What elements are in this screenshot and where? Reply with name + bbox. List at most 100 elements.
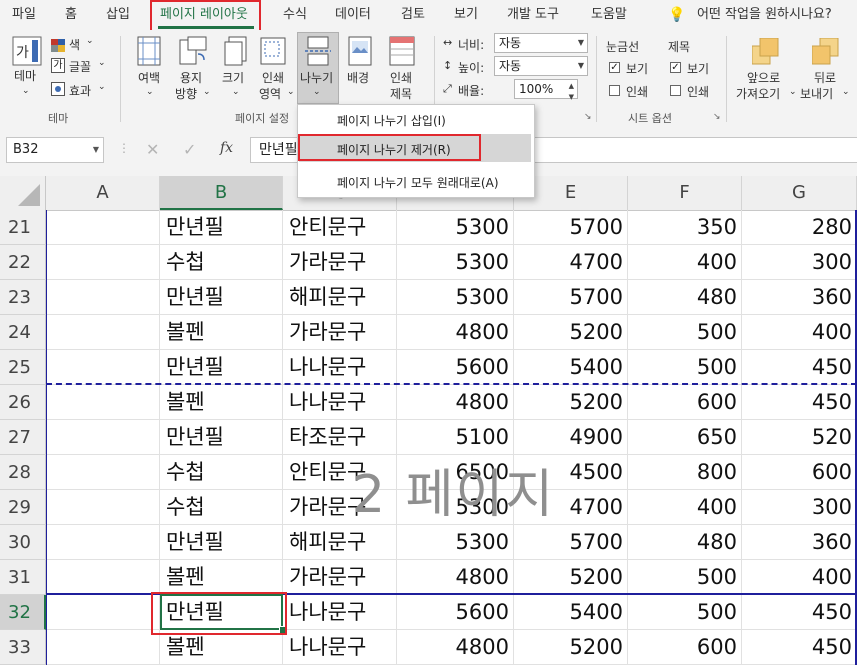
send-backward-label-line2[interactable]: 보내기: [800, 86, 833, 102]
margins-chevron-icon[interactable]: ⌄: [146, 84, 154, 100]
enter-icon[interactable]: ✓: [183, 140, 196, 159]
headings-view-checkbox[interactable]: ✓: [670, 62, 681, 73]
row-header[interactable]: 23: [0, 280, 46, 315]
cell-f24[interactable]: 500: [628, 315, 742, 350]
cell-g27[interactable]: 520: [742, 420, 857, 455]
cell-g30[interactable]: 360: [742, 525, 857, 560]
print-titles-label-line1[interactable]: 인쇄: [390, 70, 412, 86]
cell-f26[interactable]: 600: [628, 385, 742, 420]
cell-d30[interactable]: 5300: [397, 525, 514, 560]
width-dropdown-icon[interactable]: ▼: [578, 34, 584, 52]
orientation-chevron-icon[interactable]: ⌄: [203, 84, 211, 100]
size-icon[interactable]: [224, 36, 248, 66]
cell-e24[interactable]: 5200: [514, 315, 628, 350]
bring-forward-chevron-icon[interactable]: ⌄: [789, 84, 797, 100]
cell-a27[interactable]: [46, 420, 160, 455]
cell-a25[interactable]: [46, 350, 160, 385]
cell-c23[interactable]: 해피문구: [283, 280, 397, 315]
cell-f30[interactable]: 480: [628, 525, 742, 560]
menu-reset-all-page-breaks[interactable]: 페이지 나누기 모두 원래대로(A): [337, 174, 499, 191]
cell-c25[interactable]: 나나문구: [283, 350, 397, 385]
send-backward-chevron-icon[interactable]: ⌄: [842, 84, 850, 100]
cell-g29[interactable]: 300: [742, 490, 857, 525]
cell-e26[interactable]: 5200: [514, 385, 628, 420]
cell-g22[interactable]: 300: [742, 245, 857, 280]
cell-c21[interactable]: 안티문구: [283, 210, 397, 245]
cell-g28[interactable]: 600: [742, 455, 857, 490]
cell-e31[interactable]: 5200: [514, 560, 628, 595]
print-titles-icon[interactable]: [388, 36, 416, 66]
cell-d23[interactable]: 5300: [397, 280, 514, 315]
cell-a29[interactable]: [46, 490, 160, 525]
cell-a33[interactable]: [46, 630, 160, 665]
orientation-icon[interactable]: [178, 36, 208, 66]
cell-c22[interactable]: 가라문구: [283, 245, 397, 280]
cell-f28[interactable]: 800: [628, 455, 742, 490]
cell-f33[interactable]: 600: [628, 630, 742, 665]
cell-g33[interactable]: 450: [742, 630, 857, 665]
cancel-icon[interactable]: ✕: [146, 140, 159, 159]
cell-f27[interactable]: 650: [628, 420, 742, 455]
row-header[interactable]: 28: [0, 455, 46, 490]
cell-f31[interactable]: 500: [628, 560, 742, 595]
orientation-label-line1[interactable]: 용지: [180, 70, 202, 86]
column-header-f[interactable]: F: [628, 176, 742, 210]
print-area-chevron-icon[interactable]: ⌄: [287, 84, 295, 100]
themes-dropdown-chevron-icon[interactable]: ⌄: [22, 83, 30, 99]
cell-g31[interactable]: 400: [742, 560, 857, 595]
cell-b30[interactable]: 만년필: [160, 525, 283, 560]
cell-a23[interactable]: [46, 280, 160, 315]
row-header[interactable]: 30: [0, 525, 46, 560]
cell-a32[interactable]: [46, 595, 160, 630]
fonts-icon[interactable]: 가: [51, 58, 65, 73]
cell-c24[interactable]: 가라문구: [283, 315, 397, 350]
themes-label[interactable]: 테마: [14, 68, 36, 84]
width-combo[interactable]: 자동 ▼: [494, 33, 588, 53]
cell-a24[interactable]: [46, 315, 160, 350]
gridlines-print-checkbox[interactable]: [609, 85, 620, 96]
margins-icon[interactable]: [136, 36, 162, 66]
tab-review[interactable]: 검토: [401, 0, 425, 30]
row-header[interactable]: 27: [0, 420, 46, 455]
sheet-options-dialog-launcher-icon[interactable]: ↘: [713, 112, 721, 122]
cell-d21[interactable]: 5300: [397, 210, 514, 245]
row-header[interactable]: 29: [0, 490, 46, 525]
cell-a22[interactable]: [46, 245, 160, 280]
tab-file[interactable]: 파일: [12, 0, 36, 30]
send-backward-label-line1[interactable]: 뒤로: [814, 70, 836, 86]
name-box[interactable]: B32 ▼: [6, 137, 104, 163]
cell-g24[interactable]: 400: [742, 315, 857, 350]
cell-d24[interactable]: 4800: [397, 315, 514, 350]
cell-b23[interactable]: 만년필: [160, 280, 283, 315]
cell-e30[interactable]: 5700: [514, 525, 628, 560]
themes-icon[interactable]: 가: [12, 36, 42, 66]
select-all-corner[interactable]: [0, 176, 46, 210]
headings-print-checkbox[interactable]: [670, 85, 681, 96]
cell-e33[interactable]: 5200: [514, 630, 628, 665]
cell-b33[interactable]: 볼펜: [160, 630, 283, 665]
cell-a28[interactable]: [46, 455, 160, 490]
cell-d27[interactable]: 5100: [397, 420, 514, 455]
print-area-label-line2[interactable]: 영역: [259, 86, 281, 102]
cell-f22[interactable]: 400: [628, 245, 742, 280]
cell-c27[interactable]: 타조문구: [283, 420, 397, 455]
bring-forward-icon[interactable]: [751, 37, 780, 66]
send-backward-icon[interactable]: [811, 37, 840, 66]
tab-developer[interactable]: 개발 도구: [507, 0, 559, 30]
cell-a30[interactable]: [46, 525, 160, 560]
cell-f21[interactable]: 350: [628, 210, 742, 245]
cell-d26[interactable]: 4800: [397, 385, 514, 420]
row-header[interactable]: 22: [0, 245, 46, 280]
cell-f29[interactable]: 400: [628, 490, 742, 525]
cell-b31[interactable]: 볼펜: [160, 560, 283, 595]
fonts-chevron-icon[interactable]: ⌄: [98, 58, 106, 68]
column-header-b[interactable]: B: [160, 176, 283, 210]
cell-f32[interactable]: 500: [628, 595, 742, 630]
page-break-icon[interactable]: [305, 36, 331, 66]
cell-e22[interactable]: 4700: [514, 245, 628, 280]
cell-c33[interactable]: 나나문구: [283, 630, 397, 665]
cell-g25[interactable]: 450: [742, 350, 857, 385]
height-combo[interactable]: 자동 ▼: [494, 56, 588, 76]
cell-b25[interactable]: 만년필: [160, 350, 283, 385]
tab-home[interactable]: 홈: [65, 0, 77, 30]
